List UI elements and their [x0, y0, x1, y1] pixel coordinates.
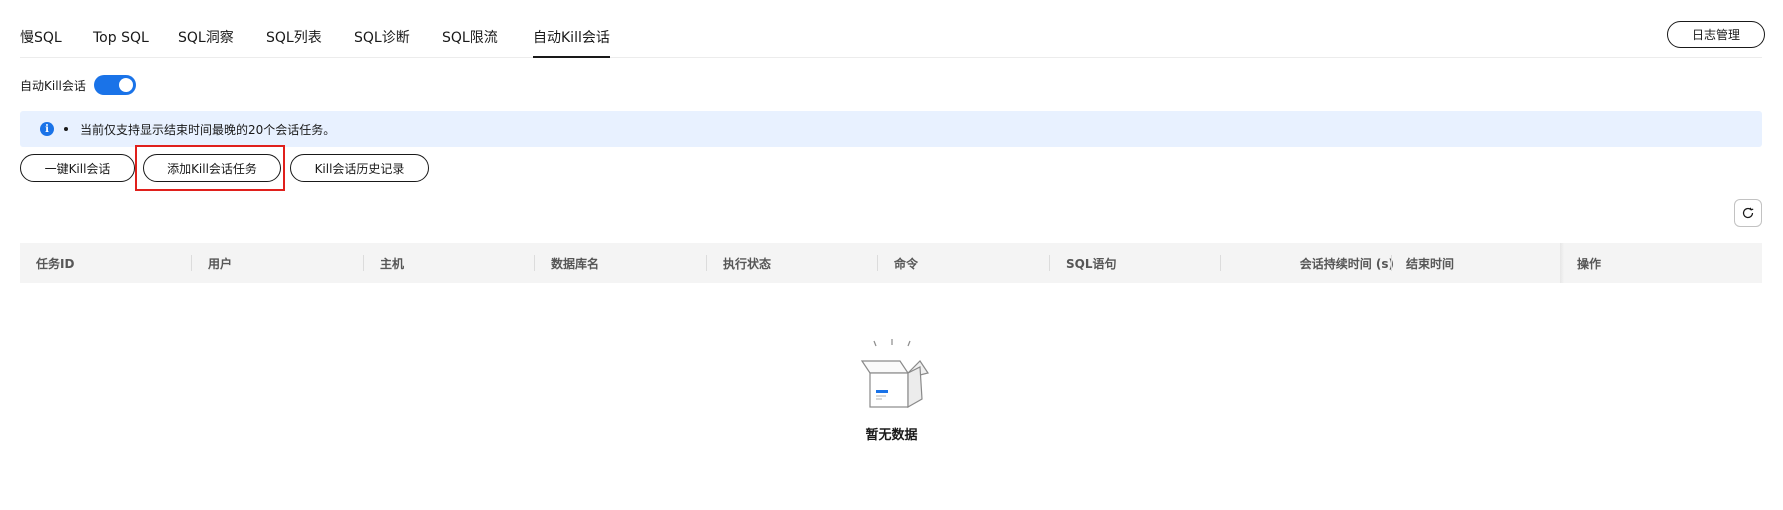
col-end-time: 结束时间 — [1406, 256, 1455, 271]
info-icon: i — [40, 122, 54, 136]
tab-top-sql[interactable]: Top SQL — [93, 28, 149, 58]
tab-bar: 慢SQL Top SQL SQL洞察 SQL列表 SQL诊断 SQL限流 自动K… — [20, 0, 1762, 58]
empty-box-icon — [860, 339, 929, 409]
col-divider — [877, 255, 878, 271]
fixed-column-shadow — [1560, 243, 1564, 283]
tab-sql-diagnosis[interactable]: SQL诊断 — [354, 28, 410, 58]
col-divider — [534, 255, 535, 271]
col-session-duration: 会话持续时间 (s) — [1299, 256, 1394, 271]
bullet-dot — [64, 127, 68, 131]
col-exec-status: 执行状态 — [723, 256, 772, 271]
toggle-knob — [118, 78, 133, 92]
col-sql-statement: SQL语句 — [1066, 256, 1117, 271]
auto-kill-label: 自动Kill会话 — [20, 78, 86, 93]
col-actions: 操作 — [1577, 256, 1602, 271]
tab-slow-sql[interactable]: 慢SQL — [20, 28, 62, 58]
col-user: 用户 — [208, 256, 233, 271]
auto-kill-row: 自动Kill会话 — [20, 74, 136, 96]
col-divider — [191, 255, 192, 271]
refresh-button[interactable] — [1734, 199, 1762, 227]
col-command: 命令 — [894, 256, 919, 271]
empty-state-text: 暂无数据 — [865, 428, 918, 443]
tab-auto-kill-session[interactable]: 自动Kill会话 — [533, 28, 610, 58]
one-key-kill-button[interactable]: 一键Kill会话 — [20, 154, 135, 182]
col-divider — [363, 255, 364, 271]
kill-history-button[interactable]: Kill会话历史记录 — [290, 154, 429, 182]
info-banner: i 当前仅支持显示结束时间最晚的20个会话任务。 — [20, 111, 1762, 147]
col-divider — [706, 255, 707, 271]
kill-session-page: 慢SQL Top SQL SQL洞察 SQL列表 SQL诊断 SQL限流 自动K… — [0, 0, 1783, 510]
auto-kill-toggle[interactable] — [93, 75, 136, 95]
col-host: 主机 — [380, 256, 405, 271]
add-kill-task-button[interactable]: 添加Kill会话任务 — [143, 154, 281, 182]
col-database: 数据库名 — [551, 256, 600, 271]
tab-sql-throttle[interactable]: SQL限流 — [442, 28, 498, 58]
refresh-icon — [1742, 207, 1754, 219]
banner-text: 当前仅支持显示结束时间最晚的20个会话任务。 — [80, 122, 336, 137]
table-header: 任务ID 用户 主机 数据库名 执行状态 命令 SQL语句 会话持续时间 (s)… — [20, 243, 1762, 283]
log-management-button[interactable]: 日志管理 — [1667, 21, 1765, 48]
tab-sql-list[interactable]: SQL列表 — [266, 28, 322, 58]
col-divider — [1391, 255, 1392, 271]
tab-sql-insight[interactable]: SQL洞察 — [178, 28, 234, 58]
col-task-id: 任务ID — [36, 256, 75, 271]
col-divider — [1049, 255, 1050, 271]
